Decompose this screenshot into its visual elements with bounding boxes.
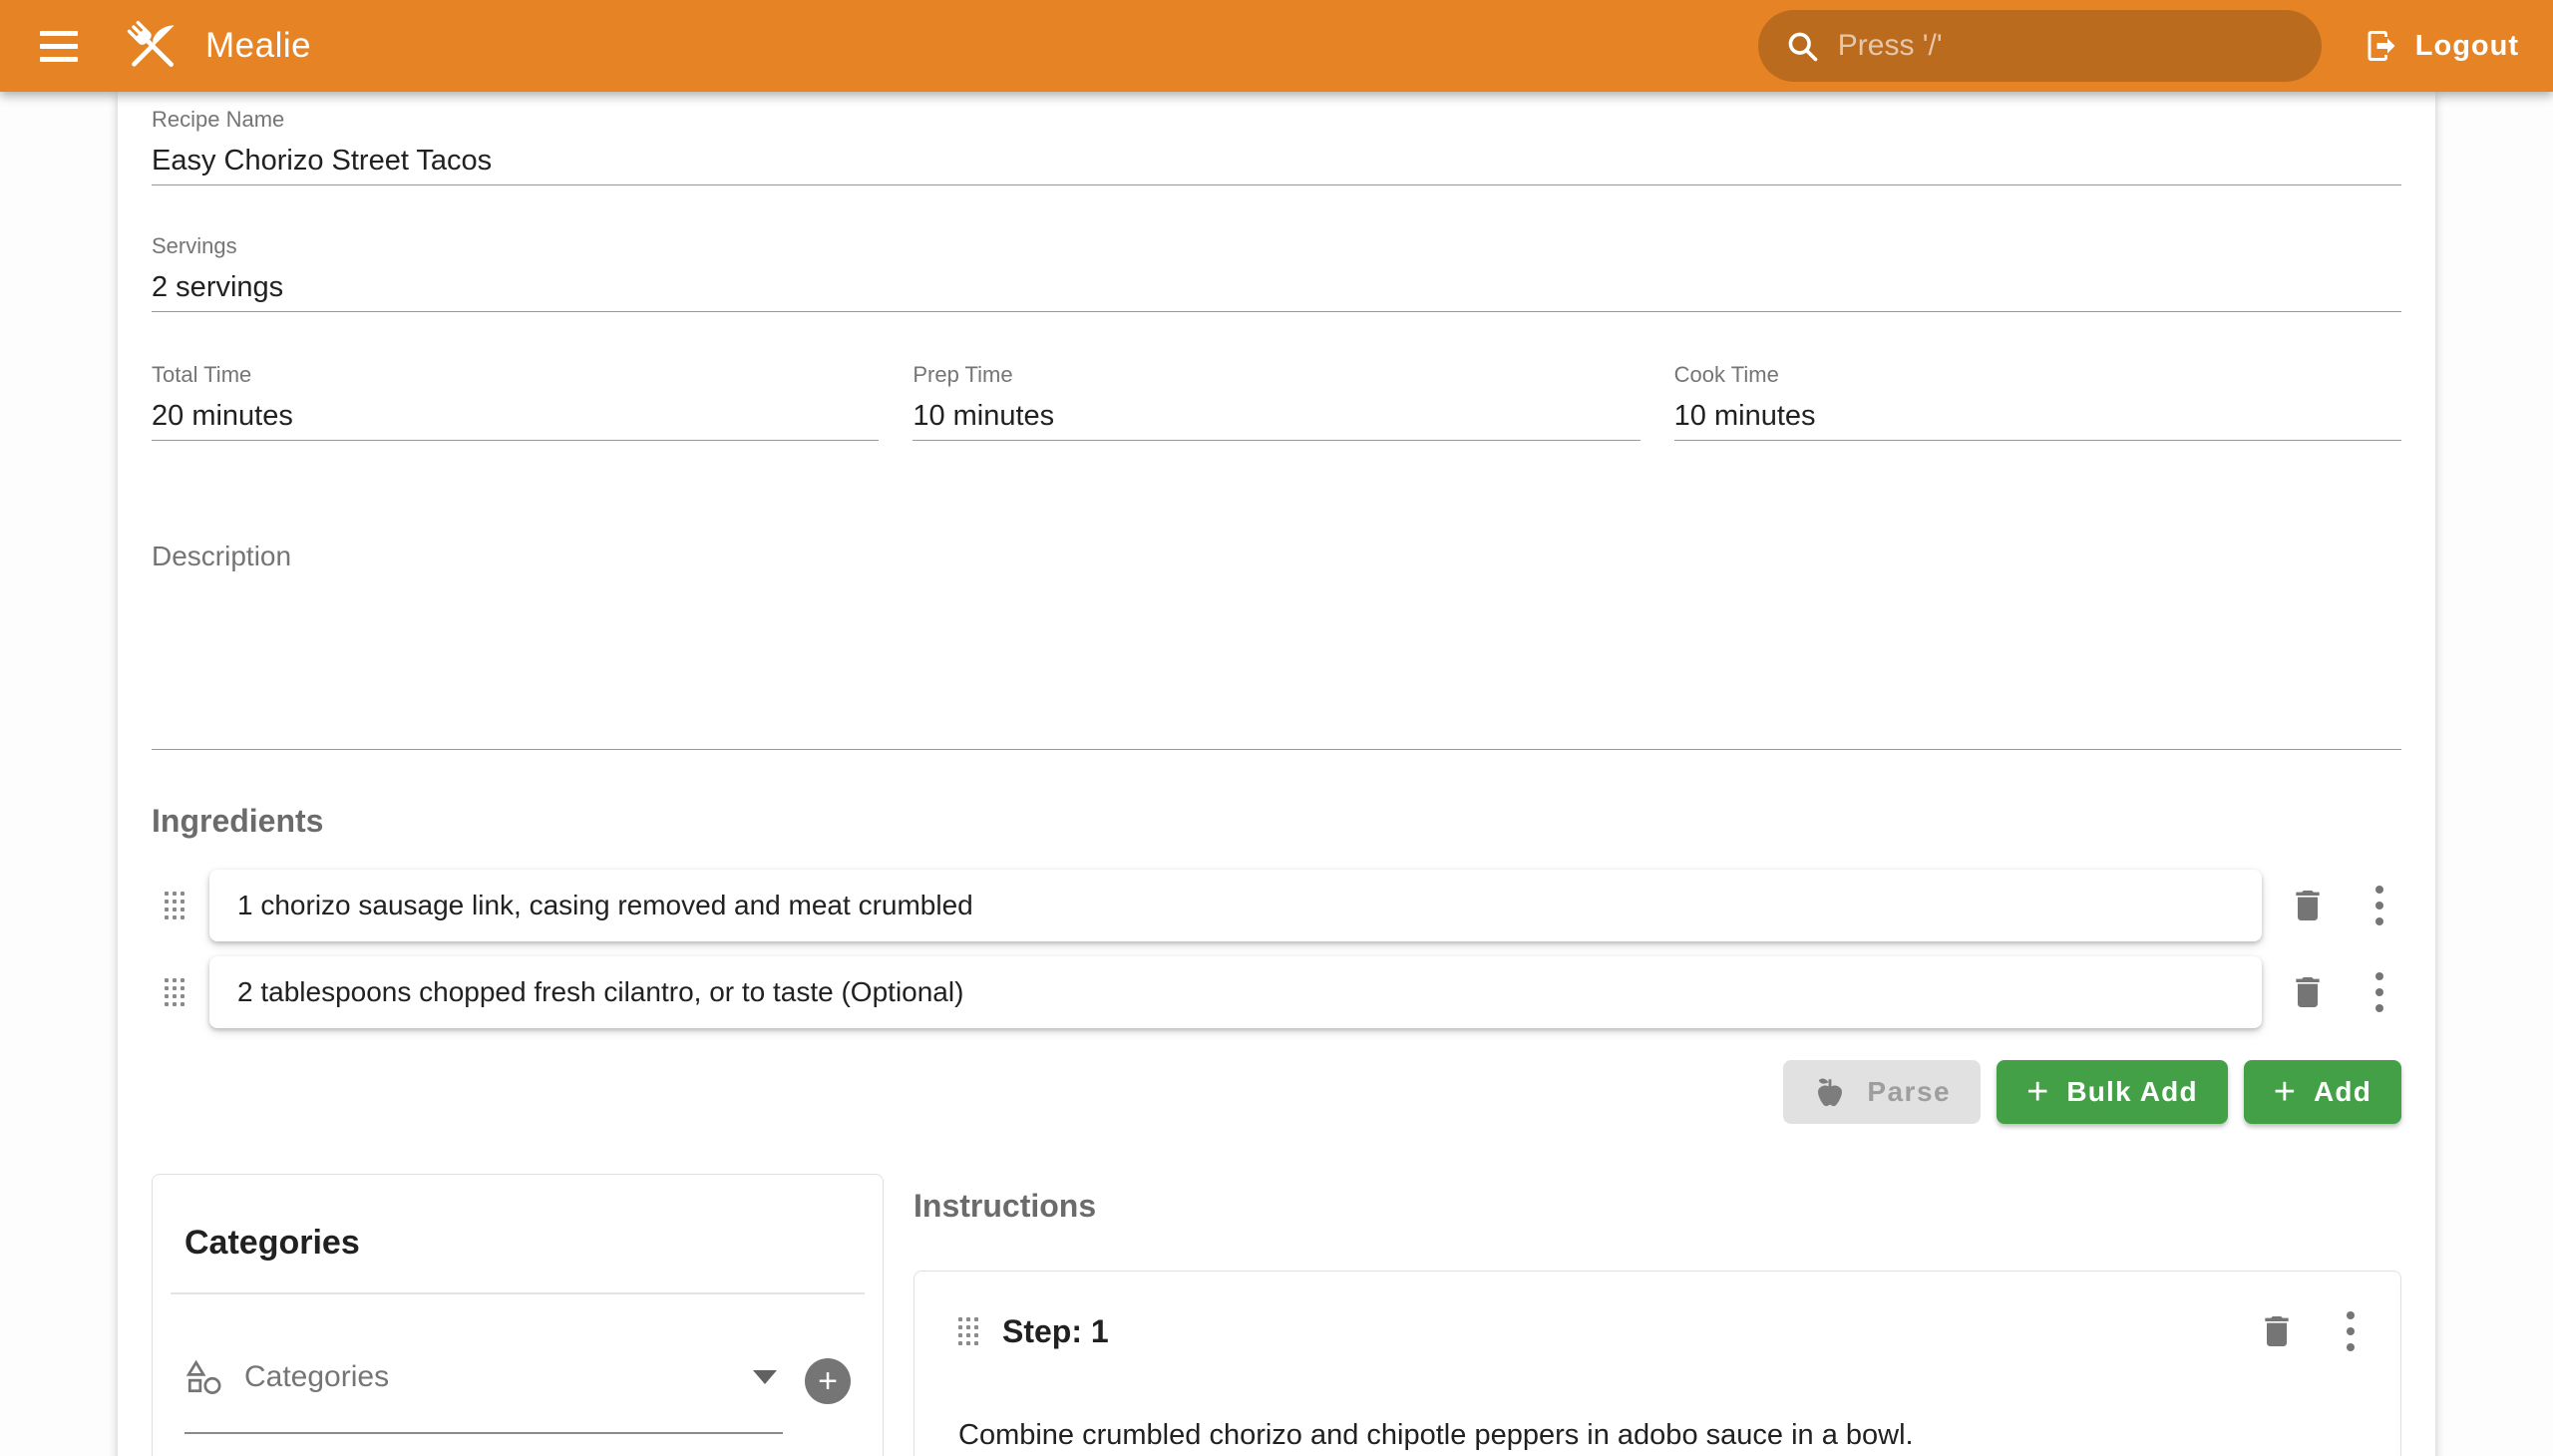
- categories-select[interactable]: Categories: [184, 1358, 783, 1434]
- categories-card: Categories Categories +: [152, 1174, 884, 1456]
- cook-time-label: Cook Time: [1674, 362, 2401, 388]
- drag-handle-icon[interactable]: [165, 978, 184, 1006]
- add-button-label: Add: [2314, 1076, 2371, 1108]
- cook-time-value[interactable]: 10 minutes: [1674, 396, 2401, 436]
- kebab-menu-icon: [2347, 1311, 2355, 1351]
- divider: [171, 1292, 865, 1294]
- plus-icon: +: [2026, 1073, 2048, 1111]
- search-input[interactable]: Press '/': [1758, 10, 2322, 82]
- drag-handle-icon[interactable]: [165, 892, 184, 919]
- delete-icon: [2288, 972, 2328, 1012]
- add-ingredient-button[interactable]: + Add: [2244, 1060, 2401, 1124]
- add-category-button[interactable]: +: [805, 1358, 851, 1404]
- step-title: Step: 1: [1002, 1313, 1109, 1350]
- delete-icon: [2288, 886, 2328, 925]
- delete-icon: [2257, 1311, 2297, 1351]
- ingredients-heading: Ingredients: [152, 802, 2401, 840]
- app-title: Mealie: [205, 26, 311, 66]
- servings-value[interactable]: 2 servings: [152, 267, 2401, 307]
- description-field[interactable]: Description: [152, 541, 2401, 750]
- step-text[interactable]: Combine crumbled chorizo and chipotle pe…: [958, 1415, 2372, 1455]
- ingredient-row: 2 tablespoons chopped fresh cilantro, or…: [152, 956, 2401, 1028]
- ingredient-text: 1 chorizo sausage link, casing removed a…: [237, 890, 973, 921]
- logout-icon: [2364, 28, 2399, 64]
- plus-icon: +: [818, 1364, 838, 1398]
- kebab-menu-icon: [2375, 972, 2383, 1012]
- recipe-editor-card: Recipe Name Easy Chorizo Street Tacos Se…: [118, 92, 2435, 1456]
- description-label: Description: [152, 541, 2401, 572]
- recipe-name-label: Recipe Name: [152, 107, 2401, 133]
- total-time-label: Total Time: [152, 362, 879, 388]
- recipe-name-field[interactable]: Recipe Name Easy Chorizo Street Tacos: [152, 107, 2401, 185]
- plus-icon: +: [2274, 1073, 2296, 1111]
- prep-time-value[interactable]: 10 minutes: [912, 396, 1640, 436]
- menu-icon[interactable]: [40, 22, 92, 70]
- prep-time-field[interactable]: Prep Time 10 minutes: [912, 362, 1640, 441]
- app-bar: Mealie Press '/' Logout: [0, 0, 2553, 92]
- bulk-add-button-label: Bulk Add: [2066, 1076, 2197, 1108]
- logout-label: Logout: [2415, 30, 2519, 63]
- shapes-icon: [184, 1358, 222, 1396]
- parse-button[interactable]: Parse: [1783, 1060, 1981, 1124]
- recipe-name-value[interactable]: Easy Chorizo Street Tacos: [152, 141, 2401, 181]
- search-icon: [1784, 28, 1820, 64]
- chevron-down-icon[interactable]: [753, 1370, 777, 1384]
- ingredient-row: 1 chorizo sausage link, casing removed a…: [152, 870, 2401, 941]
- instruction-step-card: Step: 1 Combine crumbled chorizo and chi…: [913, 1271, 2401, 1456]
- ingredient-menu-button[interactable]: [2358, 970, 2401, 1014]
- prep-time-label: Prep Time: [912, 362, 1640, 388]
- delete-ingredient-button[interactable]: [2286, 884, 2330, 927]
- ingredient-input[interactable]: 2 tablespoons chopped fresh cilantro, or…: [209, 956, 2262, 1028]
- bulk-add-button[interactable]: + Bulk Add: [1997, 1060, 2228, 1124]
- ingredient-menu-button[interactable]: [2358, 884, 2401, 927]
- description-textarea[interactable]: [152, 572, 2401, 745]
- servings-field[interactable]: Servings 2 servings: [152, 233, 2401, 312]
- app-logo-icon[interactable]: [120, 13, 185, 79]
- categories-select-label: Categories: [244, 1360, 753, 1394]
- parse-apple-icon: [1813, 1075, 1847, 1109]
- total-time-field[interactable]: Total Time 20 minutes: [152, 362, 879, 441]
- ingredient-text: 2 tablespoons chopped fresh cilantro, or…: [237, 976, 963, 1008]
- ingredient-input[interactable]: 1 chorizo sausage link, casing removed a…: [209, 870, 2262, 941]
- kebab-menu-icon: [2375, 886, 2383, 925]
- servings-label: Servings: [152, 233, 2401, 259]
- categories-title: Categories: [153, 1223, 883, 1263]
- parse-button-label: Parse: [1867, 1076, 1951, 1108]
- delete-ingredient-button[interactable]: [2286, 970, 2330, 1014]
- cook-time-field[interactable]: Cook Time 10 minutes: [1674, 362, 2401, 441]
- delete-step-button[interactable]: [2255, 1309, 2299, 1353]
- step-menu-button[interactable]: [2329, 1309, 2372, 1353]
- search-placeholder: Press '/': [1838, 29, 1943, 63]
- total-time-value[interactable]: 20 minutes: [152, 396, 879, 436]
- logout-button[interactable]: Logout: [2364, 28, 2519, 64]
- drag-handle-icon[interactable]: [958, 1317, 978, 1345]
- instructions-heading: Instructions: [913, 1187, 2401, 1225]
